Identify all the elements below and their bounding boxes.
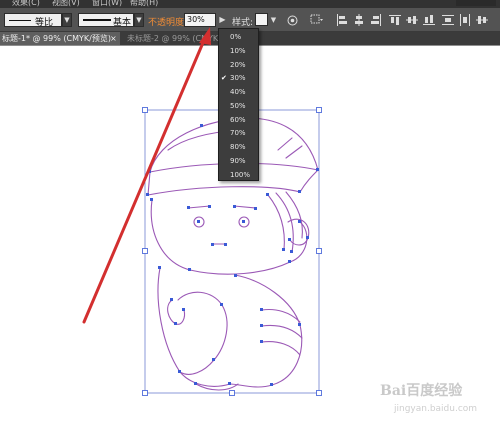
opacity-option-30[interactable]: ✔ 30% (219, 72, 258, 84)
opacity-dropdown-menu: 0% 10% 20% ✔ 30% 40% 50% 60% 70% 80% 90%… (218, 28, 259, 181)
baidu-watermark: Bai百度经验 jingyan.baidu.com (380, 380, 490, 420)
opacity-option-100[interactable]: 100% (219, 169, 258, 181)
opacity-option-90[interactable]: 90% (219, 155, 258, 167)
opacity-option-10[interactable]: 10% (219, 45, 258, 57)
opacity-option-20[interactable]: 20% (219, 59, 258, 71)
watermark-url: jingyan.baidu.com (394, 404, 478, 414)
opacity-option-50[interactable]: 50% (219, 100, 258, 112)
opacity-option-0[interactable]: 0% (219, 31, 258, 43)
watermark-logo: Bai百度经验 (380, 383, 463, 399)
opacity-option-80[interactable]: 80% (219, 141, 258, 153)
opacity-option-40[interactable]: 40% (219, 86, 258, 98)
checkmark-icon: ✔ (221, 74, 227, 82)
opacity-option-label: 30% (230, 74, 246, 82)
opacity-option-60[interactable]: 60% (219, 114, 258, 126)
opacity-option-70[interactable]: 70% (219, 127, 258, 139)
red-arrow-annotation (82, 27, 211, 324)
